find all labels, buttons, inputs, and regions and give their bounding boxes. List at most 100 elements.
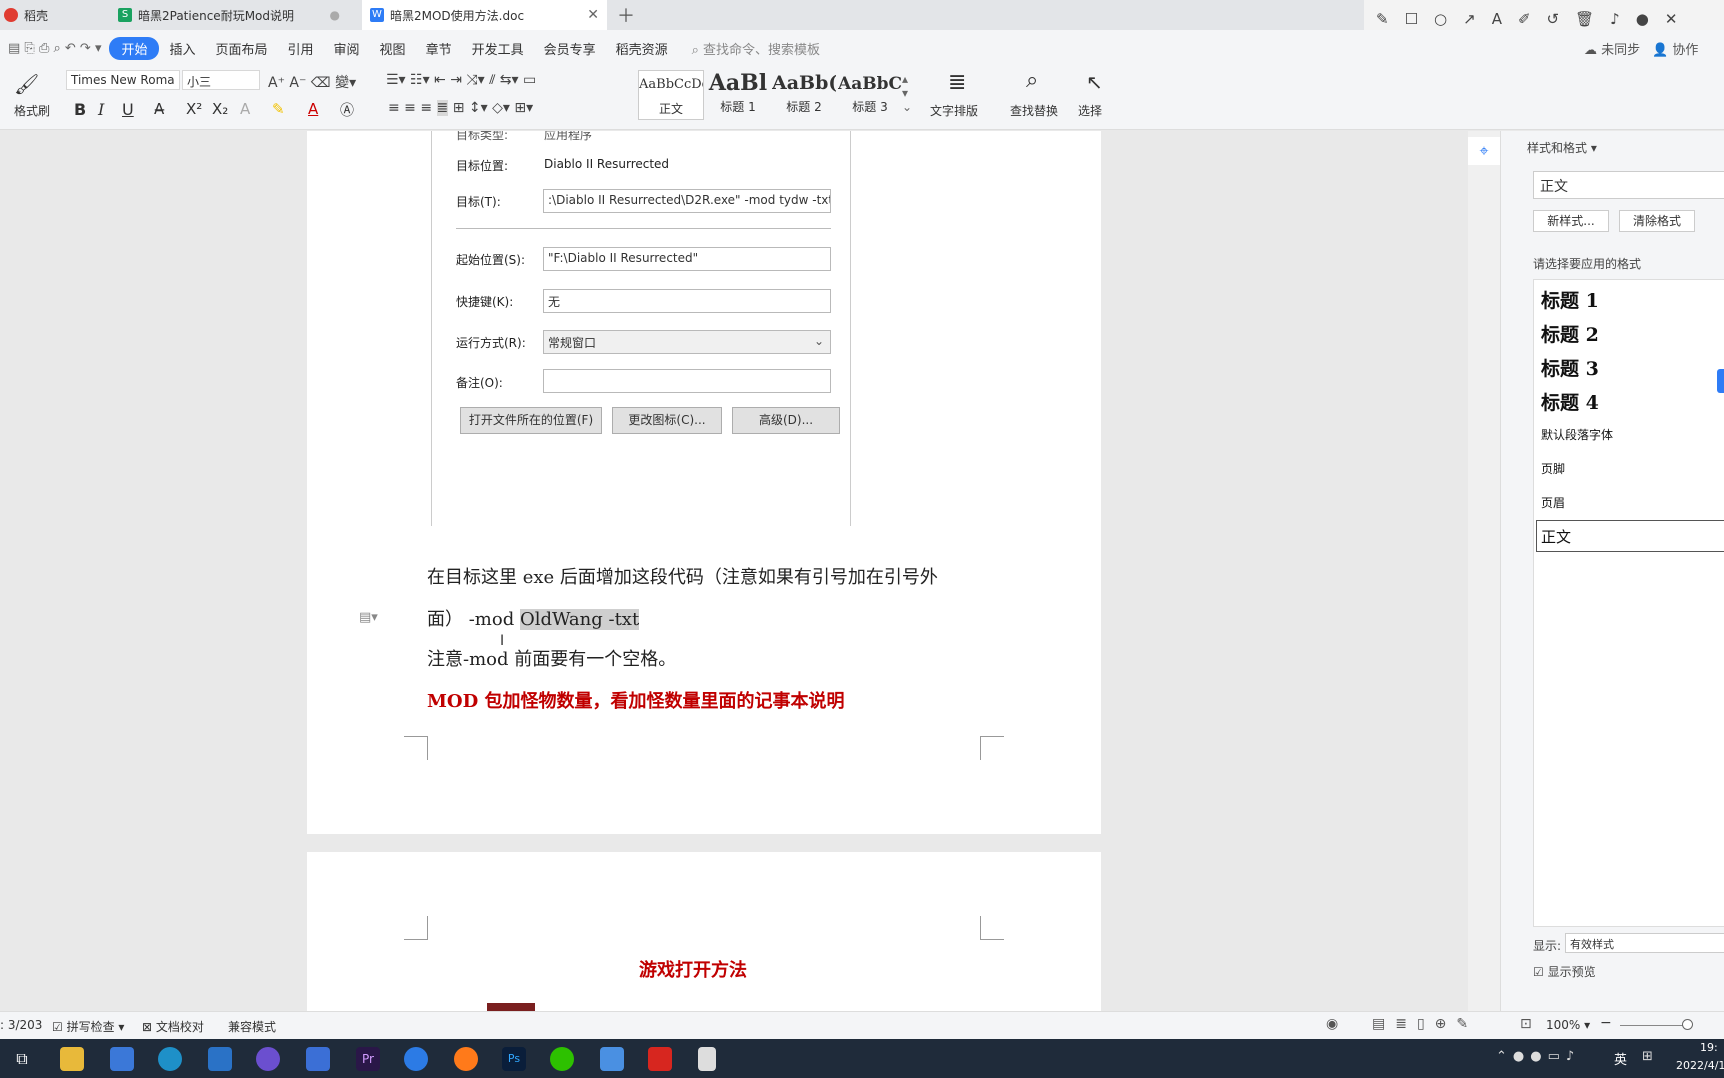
bold-icon[interactable]: B	[74, 100, 86, 119]
doc-proof-button[interactable]: ⊠ 文档校对	[142, 1018, 204, 1035]
paragraph-menu-icon[interactable]: ▤▾	[359, 610, 378, 625]
new-tab-button[interactable]: ＋	[617, 0, 637, 30]
format-painter-label[interactable]: 格式刷	[14, 102, 50, 119]
highlight-icon[interactable]: ✎	[272, 100, 285, 118]
paint-icon[interactable]	[256, 1047, 280, 1071]
menu-view[interactable]: 视图	[370, 39, 416, 58]
collab-button[interactable]: 👤 协作	[1652, 39, 1698, 58]
zoom-out-icon[interactable]: −	[1600, 1015, 1612, 1031]
tab-close-icon[interactable]: ●	[330, 8, 340, 22]
doc-line-3[interactable]: 注意-mod 前面要有一个空格。	[427, 645, 676, 671]
style-list-footer[interactable]: 页脚	[1541, 460, 1565, 477]
app-circle-icon[interactable]	[404, 1047, 428, 1071]
superscript-icon[interactable]: X²	[186, 100, 202, 118]
find-replace-label[interactable]: 查找替换	[1010, 102, 1058, 119]
page-indicator[interactable]: : 3/203	[0, 1018, 42, 1032]
text-effect-icon[interactable]: A	[240, 100, 250, 118]
zoom-level[interactable]: 100% ▾	[1546, 1018, 1590, 1032]
clock-date[interactable]: 2022/4/1	[1676, 1059, 1724, 1072]
file-explorer-icon[interactable]	[60, 1047, 84, 1071]
store-icon[interactable]	[110, 1047, 134, 1071]
circle-icon[interactable]: ○	[1434, 10, 1447, 28]
menu-daoke-resources[interactable]: 稻壳资源	[606, 39, 678, 58]
wps-icon[interactable]	[648, 1047, 672, 1071]
underline-icon[interactable]: U	[122, 100, 134, 119]
format-painter-icon[interactable]: 🖌	[14, 72, 39, 96]
style-heading2[interactable]: AaBb( 标题 2	[772, 70, 836, 120]
panel-title[interactable]: 样式和格式 ▾	[1527, 139, 1597, 156]
ime-grid-icon[interactable]: ⊞	[1642, 1049, 1653, 1064]
style-heading3[interactable]: AaBbC 标题 3	[838, 70, 902, 120]
speaker-icon[interactable]: ♪	[1610, 10, 1620, 28]
style-heading1[interactable]: AaBl 标题 1	[706, 70, 770, 120]
spell-check-toggle[interactable]: ☑ 拼写检查 ▾	[52, 1018, 124, 1035]
photoshop-icon[interactable]: Ps	[502, 1047, 526, 1071]
close-icon[interactable]: ✕	[1665, 10, 1678, 28]
menu-developer[interactable]: 开发工具	[462, 39, 534, 58]
style-list-heading4[interactable]: 标题 4	[1541, 388, 1599, 415]
document-page[interactable]: 目标类型: 应用程序 目标位置: Diablo II Resurrected 目…	[307, 131, 1101, 834]
text-layout-label[interactable]: 文字排版	[930, 102, 978, 119]
firefox-icon[interactable]	[454, 1047, 478, 1071]
highlighter-icon[interactable]: ✐	[1518, 10, 1531, 28]
tab-daoke[interactable]: 稻壳	[0, 0, 105, 30]
fit-page-icon[interactable]: ⊡	[1520, 1016, 1532, 1032]
align-controls[interactable]: ≡ ≡ ≡ ≣ ⊞ ↕▾ ◇▾ ⊞▾	[388, 100, 533, 116]
wechat-icon[interactable]	[550, 1047, 574, 1071]
cursor-select-icon[interactable]: ↖	[1086, 70, 1103, 94]
menu-page-layout[interactable]: 页面布局	[206, 39, 278, 58]
font-size-select[interactable]: 小三	[182, 70, 260, 90]
doc-line-2[interactable]: 面） -mod OldWang -txt	[427, 605, 640, 631]
trash-icon[interactable]: 🗑	[1575, 10, 1594, 28]
font-size-controls[interactable]: A⁺ A⁻ ⌫ 變▾	[268, 72, 356, 92]
list-controls[interactable]: ☰▾ ☷▾ ⇤ ⇥ ⤨▾ ⫽ ⇆▾ ▭	[386, 72, 536, 88]
menu-references[interactable]: 引用	[278, 39, 324, 58]
show-preview-checkbox[interactable]: ☑ 显示预览	[1533, 963, 1596, 980]
char-border-icon[interactable]: Ⓐ	[340, 100, 354, 120]
panel-side-tab[interactable]	[1717, 369, 1724, 393]
arrow-icon[interactable]: ↗	[1463, 10, 1476, 28]
menu-home[interactable]: 开始	[109, 36, 160, 60]
selected-text[interactable]: OldWang -txt	[519, 609, 640, 630]
premiere-icon[interactable]: Pr	[356, 1047, 380, 1071]
document-page-2[interactable]: 游戏打开方法	[307, 852, 1101, 1011]
menu-file-icons[interactable]: ▤ ⎘ ⎙ ⌕ ↶ ↷ ▾	[0, 41, 109, 56]
italic-icon[interactable]: I	[98, 100, 104, 119]
menu-insert[interactable]: 插入	[159, 39, 205, 58]
style-list-normal-selected[interactable]: 正文	[1536, 520, 1724, 552]
new-style-button[interactable]: 新样式...	[1533, 210, 1609, 232]
strikethrough-icon[interactable]: A̶	[154, 100, 164, 118]
style-list-heading3[interactable]: 标题 3	[1541, 354, 1599, 381]
location-pin-icon[interactable]: ⌖	[1468, 137, 1500, 165]
style-list-header[interactable]: 页眉	[1541, 494, 1565, 511]
select-label[interactable]: 选择	[1078, 102, 1102, 119]
pen-icon[interactable]: ✎	[1376, 10, 1389, 28]
system-tray-icons[interactable]: ⌃●●▭♪	[1496, 1049, 1580, 1064]
text-icon[interactable]: A	[1492, 10, 1502, 28]
menu-member[interactable]: 会员专享	[534, 39, 606, 58]
input-language[interactable]: 英	[1614, 1049, 1627, 1068]
zoom-slider-handle[interactable]	[1682, 1019, 1693, 1030]
sync-status[interactable]: ☁ 未同步	[1584, 39, 1640, 58]
microphone-icon[interactable]: ●	[1636, 10, 1649, 28]
doc-heading-game-open[interactable]: 游戏打开方法	[639, 956, 747, 982]
font-name-select[interactable]: Times New Roma	[66, 70, 180, 90]
style-list-default-font[interactable]: 默认段落字体	[1541, 426, 1613, 443]
style-list-heading2[interactable]: 标题 2	[1541, 320, 1599, 347]
find-replace-icon[interactable]: ⌕	[1026, 68, 1038, 93]
doc-line-4-red[interactable]: MOD 包加怪物数量，看加怪数量里面的记事本说明	[427, 687, 844, 713]
current-style-box[interactable]: 正文	[1533, 171, 1724, 199]
app-network-icon[interactable]	[600, 1047, 624, 1071]
doc-line-1[interactable]: 在目标这里 exe 后面增加这段代码（注意如果有引号加在引号外	[427, 563, 938, 589]
menu-chapter[interactable]: 章节	[416, 39, 462, 58]
eye-protect-icon[interactable]: ◉	[1326, 1016, 1338, 1032]
font-color-icon[interactable]: A	[308, 100, 318, 118]
feishu-icon[interactable]	[306, 1047, 330, 1071]
command-search[interactable]: ⌕ 查找命令、搜索模板	[692, 39, 820, 58]
app-generic-icon[interactable]	[698, 1047, 716, 1071]
undo-icon[interactable]: ↺	[1547, 10, 1560, 28]
styles-scroll-icon[interactable]: ▴ ▾ ⌄	[902, 72, 912, 114]
style-normal[interactable]: AaBbCcDd 正文	[638, 70, 704, 120]
tab-close-icon[interactable]: ✕	[587, 7, 599, 23]
clear-format-button[interactable]: 清除格式	[1619, 210, 1695, 232]
